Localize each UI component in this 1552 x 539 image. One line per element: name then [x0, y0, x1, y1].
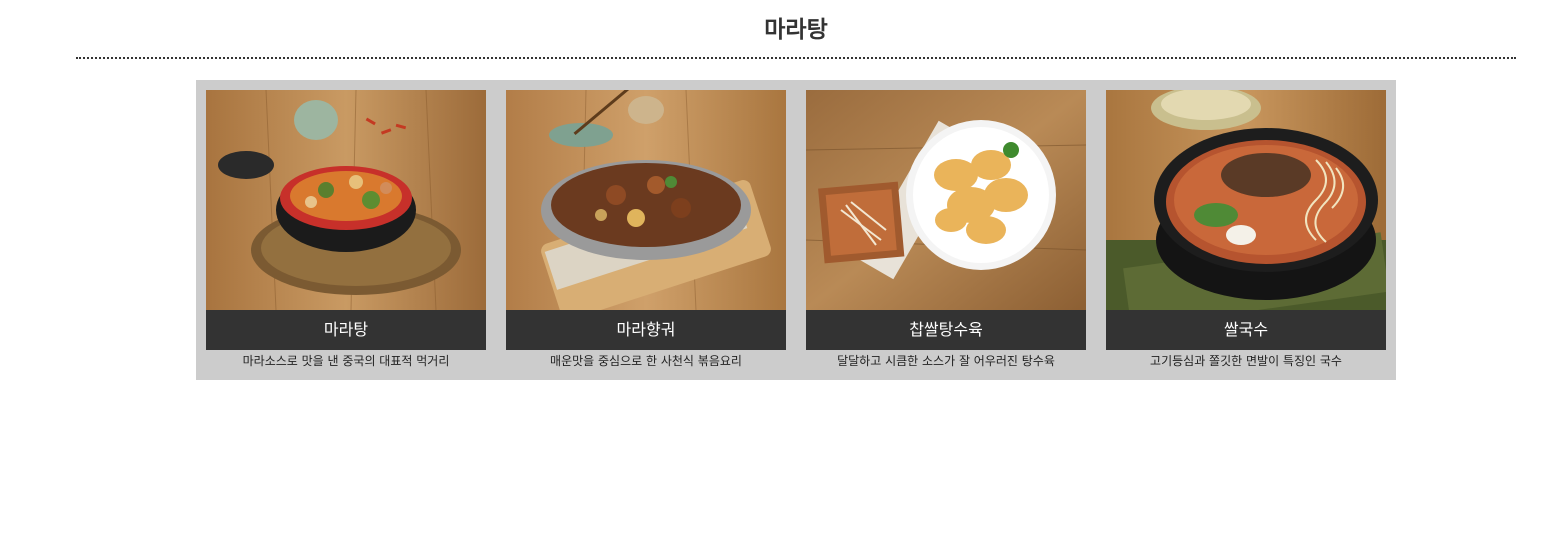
menu-description: 달달하고 시큼한 소스가 잘 어우러진 탕수육	[837, 354, 1055, 368]
menu-name[interactable]: 쌀국수	[1106, 310, 1386, 350]
malatang-bowl-photo[interactable]	[206, 90, 486, 310]
menu-description: 마라소스로 맛을 낸 중국의 대표적 먹거리	[242, 354, 450, 368]
menu-card-sweet-sour-pork[interactable]: 찹쌀탕수육 달달하고 시큼한 소스가 잘 어우러진 탕수육	[806, 90, 1086, 375]
menu-description: 매운맛을 중심으로 한 사천식 볶음요리	[550, 354, 742, 368]
rice-noodle-pot-photo[interactable]	[1106, 90, 1386, 310]
menu-card-malatang[interactable]: 마라탕 마라소스로 맛을 낸 중국의 대표적 먹거리	[206, 90, 486, 375]
menu-card-malaxiangguo[interactable]: 마라향궈 매운맛을 중심으로 한 사천식 볶음요리	[506, 90, 786, 375]
malaxiangguo-pan-photo[interactable]	[506, 90, 786, 310]
menu-description: 고기등심과 쫄깃한 면발이 특징인 국수	[1150, 354, 1342, 368]
menu-name[interactable]: 찹쌀탕수육	[806, 310, 1086, 350]
title-divider	[76, 57, 1516, 59]
menu-card-rice-noodle[interactable]: 쌀국수 고기등심과 쫄깃한 면발이 특징인 국수	[1106, 90, 1386, 375]
menu-panel: 마라탕 마라소스로 맛을 낸 중국의 대표적 먹거리 마라향궈 매운맛을 중심으…	[196, 80, 1396, 380]
sweet-sour-pork-plate-photo[interactable]	[806, 90, 1086, 310]
page-title: 마라탕	[764, 17, 828, 43]
menu-name[interactable]: 마라탕	[206, 310, 486, 350]
menu-name[interactable]: 마라향궈	[506, 310, 786, 350]
